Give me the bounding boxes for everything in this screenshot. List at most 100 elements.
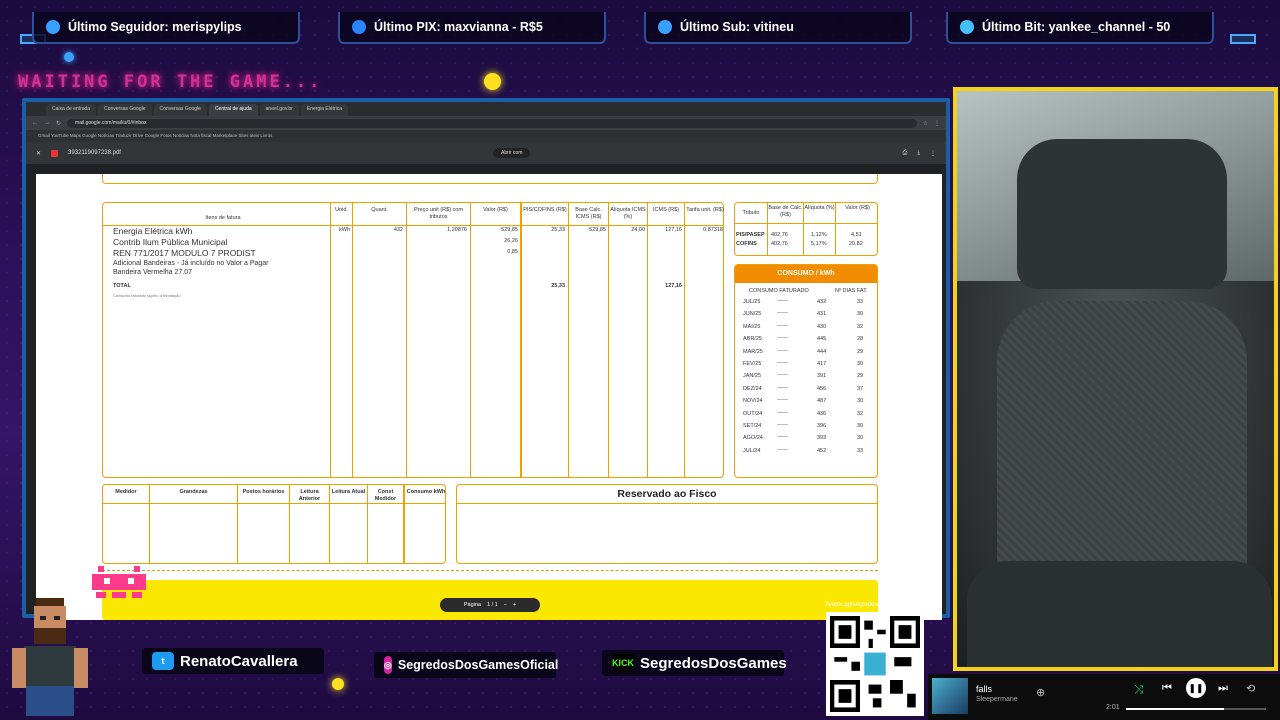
close-icon[interactable]: ✕ xyxy=(36,150,41,157)
chair-headrest xyxy=(1017,139,1227,289)
social-twitter[interactable]: t RenatoCavallera xyxy=(142,648,324,674)
consumption-kwh: 487 xyxy=(817,398,827,405)
footnote: Consumo faturado sujeito a tributação xyxy=(113,293,181,298)
dash-icon: —— xyxy=(777,310,788,317)
consumption-days: 32 xyxy=(857,410,864,417)
tax-name: COFINS xyxy=(736,241,757,247)
consumption-kwh: 445 xyxy=(817,336,827,343)
dash-icon: —— xyxy=(777,360,788,366)
more-icon[interactable]: ⋮ xyxy=(930,150,936,157)
browser-tab[interactable]: Conversas Google xyxy=(98,104,152,116)
tax-rate: 5,17% xyxy=(811,241,827,247)
progress-bar[interactable] xyxy=(1126,708,1266,710)
dash-icon: —— xyxy=(777,434,788,441)
consumption-kwh: 456 xyxy=(817,385,827,392)
consumption-kwh: 444 xyxy=(817,348,827,355)
star-icon[interactable]: ☆ xyxy=(923,120,928,127)
consumption-days: 30 xyxy=(857,435,864,442)
pis-total: 25,33 xyxy=(551,283,565,289)
tax-header: Base de Cálc. (R$) xyxy=(768,205,803,218)
consumption-history: CONSUMO / kWh CONSUMO FATURADO Nº DIAS F… xyxy=(734,264,878,478)
consumption-month: ABR/25 xyxy=(743,336,762,343)
browser-tab[interactable]: Caixa de entrada xyxy=(46,104,97,116)
shuffle-icon[interactable]: ⤨ xyxy=(1134,682,1144,697)
pdf-icon xyxy=(51,149,59,157)
reload-icon[interactable]: ↻ xyxy=(56,120,61,127)
item-line: Energia Elétrica kWh xyxy=(113,226,193,236)
consumption-row: MAI/25 —— 430 32 xyxy=(735,322,879,336)
tax-header: Valor (R$) xyxy=(845,205,870,211)
consumption-days: 30 xyxy=(857,423,864,429)
consumption-header: Nº DIAS FAT. xyxy=(835,288,868,294)
tab-strip: Caixa de entrada Conversas Google Conver… xyxy=(26,102,946,116)
consumption-kwh: 430 xyxy=(817,323,827,330)
social-handle: SegredosDosGames xyxy=(640,654,787,672)
repeat-icon[interactable]: ⟲ xyxy=(1246,682,1255,695)
col-header: Quant. xyxy=(371,207,388,213)
chair-seat xyxy=(967,561,1272,667)
menu-icon[interactable]: ⋮ xyxy=(934,120,940,127)
tax-name: PIS/PASEP xyxy=(736,232,765,238)
col-header: ICMS (R$) xyxy=(653,207,679,213)
consumption-month: OUT/24 xyxy=(743,410,763,417)
album-art xyxy=(932,678,968,714)
consumption-month: MAI/25 xyxy=(743,323,761,330)
social-kick[interactable]: KICK SegredosDosGames xyxy=(602,650,787,676)
zoom-in-icon[interactable]: + xyxy=(513,602,516,608)
col-header: PIS/COFINS (R$) xyxy=(523,207,567,213)
orb-icon xyxy=(64,52,74,62)
consumption-month: FEV/25 xyxy=(743,361,762,367)
fisco-box: Reservado ao Fisco xyxy=(456,484,878,564)
tariff-value: 0,87318 xyxy=(703,227,723,233)
add-icon[interactable]: ⊕ xyxy=(1036,686,1045,699)
col-header: Preço unit (R$) com tributos xyxy=(414,207,463,220)
open-with-button[interactable]: Abrir com xyxy=(493,148,531,158)
browser-tab[interactable]: Energia Elétrica xyxy=(300,104,349,116)
previous-icon[interactable]: ⏮ xyxy=(1162,682,1172,695)
item-line: REN 771/2017 MODULO 7 PRODIST xyxy=(113,248,256,258)
social-instagram[interactable]: ◎ SegredosDosGamesOficial xyxy=(374,652,558,678)
forward-icon[interactable]: → xyxy=(44,120,50,126)
col-header: Valor (R$) xyxy=(483,207,508,213)
icms-total: 127,16 xyxy=(665,283,682,289)
consumption-month: SET/24 xyxy=(743,423,762,429)
print-icon[interactable]: ⎙ xyxy=(903,150,908,157)
zoom-out-icon[interactable]: − xyxy=(504,602,507,608)
url-input[interactable]: mail.google.com/mail/u/0/#inbox xyxy=(67,118,917,128)
coin-icon xyxy=(332,678,344,690)
consumption-kwh: 393 xyxy=(817,435,827,442)
consumption-month: JUL/25 xyxy=(743,299,761,305)
consumption-kwh: 432 xyxy=(817,299,827,305)
download-icon[interactable]: ⤓ xyxy=(917,150,920,157)
dash-icon: —— xyxy=(777,347,788,354)
back-icon[interactable]: ← xyxy=(32,120,38,126)
page-indicator[interactable]: 1 / 1 xyxy=(487,602,498,608)
items-table: Itens de fatura Unid. Quant. Preço unit … xyxy=(102,202,724,478)
browser-tab[interactable]: Central de ajuda xyxy=(208,104,258,116)
dash-icon: —— xyxy=(777,446,788,453)
consumption-row: JUL/24 —— 452 33 xyxy=(735,446,879,460)
consumption-month: NOV/24 xyxy=(743,398,763,405)
consumption-kwh: 417 xyxy=(817,361,827,367)
diamond-icon xyxy=(960,20,974,34)
consumption-row: NOV/24 —— 487 30 xyxy=(735,397,879,410)
consumption-days: 30 xyxy=(857,311,864,318)
pause-button[interactable]: ❚❚ xyxy=(1186,678,1206,698)
browser-tab[interactable]: Conversas Google xyxy=(153,104,207,116)
col-header: Alíquota ICMS (%) xyxy=(610,207,646,220)
col-header: Unid. xyxy=(335,207,348,213)
consumption-title: CONSUMO / kWh xyxy=(735,265,877,283)
consumption-kwh: 431 xyxy=(817,311,827,318)
alert-label: Último Bit: yankee_channel - 50 xyxy=(982,20,1171,34)
next-icon[interactable]: ⏭ xyxy=(1218,682,1228,695)
dash-icon: —— xyxy=(777,322,788,329)
top-box xyxy=(102,174,878,184)
bookmarks-bar[interactable]: Gmail YouTube Maps Google Notícias Tradu… xyxy=(26,130,946,142)
value-cell: 0,85 xyxy=(507,249,518,255)
consumption-row: OUT/24 —— 436 32 xyxy=(735,410,879,423)
pdf-toolbar: ✕ 3932119097238.pdf Abrir com ⎙ ⤓ ⋮ xyxy=(26,142,946,164)
tax-rate: 1,12% xyxy=(811,232,827,238)
browser-tab[interactable]: aneel.gov.br xyxy=(259,104,299,116)
consumption-kwh: 396 xyxy=(817,423,827,429)
qr-code[interactable] xyxy=(826,612,924,716)
